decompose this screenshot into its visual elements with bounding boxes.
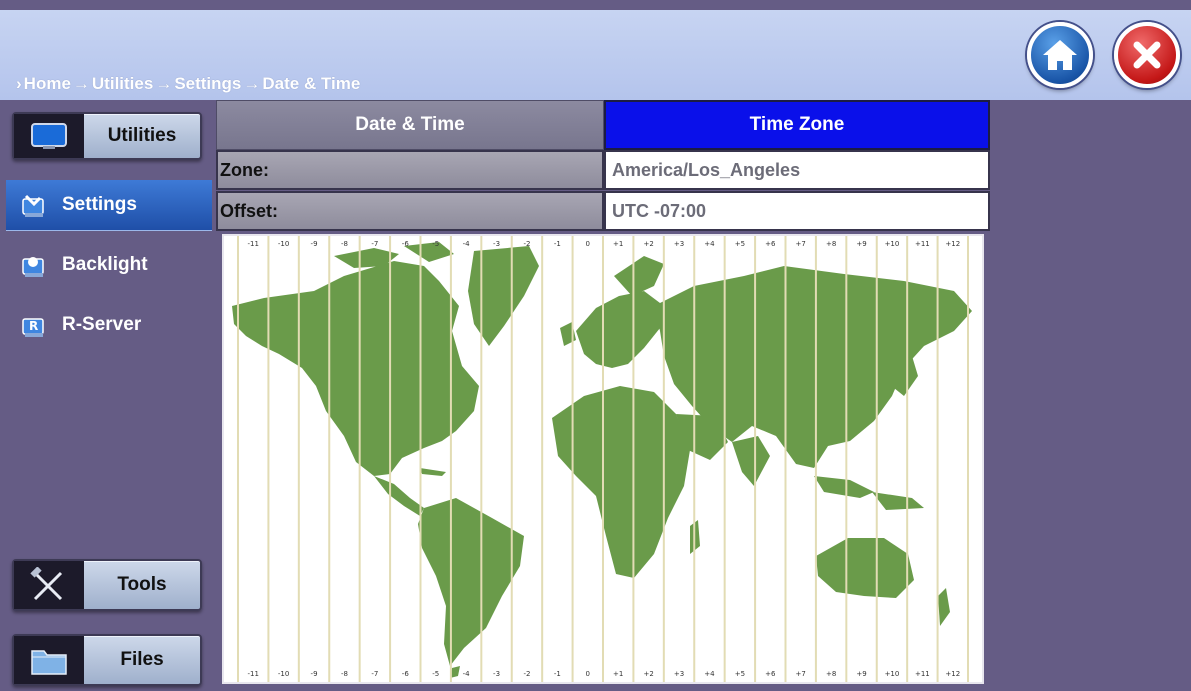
offset-label: -4	[463, 240, 471, 248]
folder-icon	[14, 636, 84, 684]
offset-label: -1	[554, 240, 561, 248]
offset-label: -1	[554, 670, 561, 678]
offset-label: +11	[915, 240, 930, 248]
offset-label: +4	[704, 240, 715, 248]
offset-label: +4	[704, 670, 715, 678]
offset-label: -3	[493, 670, 500, 678]
offset-label: +9	[856, 670, 866, 678]
sidebar-item-settings[interactable]: Settings	[6, 180, 212, 230]
offset-label: -7	[371, 670, 378, 678]
offset-label: -5	[432, 240, 439, 248]
tools-button[interactable]: Tools	[12, 559, 202, 611]
offset-label: +8	[826, 670, 836, 678]
breadcrumb-date-time: Date & Time	[262, 74, 361, 93]
utilities-label: Utilities	[107, 125, 177, 146]
offset-label: +5	[735, 240, 745, 248]
zone-field[interactable]: America/Los_Angeles	[604, 150, 990, 190]
offset-label: 0	[586, 240, 590, 248]
backlight-icon	[22, 257, 44, 277]
offset-label: +3	[674, 670, 684, 678]
r-server-icon: R	[22, 318, 44, 337]
offset-label: -4	[463, 670, 471, 678]
offset-label: 0	[586, 670, 590, 678]
files-label: Files	[120, 649, 164, 670]
settings-icon	[22, 194, 44, 217]
offset-label: Offset:	[216, 191, 604, 231]
monitor-icon	[14, 114, 84, 158]
offset-label: -8	[341, 240, 348, 248]
breadcrumb-home[interactable]: Home	[24, 74, 71, 94]
zone-label: Zone:	[216, 150, 604, 190]
offset-label: +12	[945, 670, 960, 678]
offset-label: +7	[796, 670, 806, 678]
offset-label: -8	[341, 670, 348, 678]
files-button[interactable]: Files	[12, 634, 202, 686]
offset-field: UTC -07:00	[604, 191, 990, 231]
tools-label: Tools	[117, 574, 167, 595]
offset-label: -2	[523, 240, 530, 248]
breadcrumb-settings[interactable]: Settings	[174, 74, 241, 94]
offset-label: -9	[311, 240, 318, 248]
sidebar-item-label: Backlight	[62, 254, 148, 275]
breadcrumb-arrow-icon: →	[72, 74, 90, 93]
offset-label: +1	[613, 240, 623, 248]
tools-icon	[14, 561, 84, 609]
breadcrumb-arrow-icon: →	[243, 74, 261, 93]
offset-label: -10	[278, 240, 289, 248]
offset-label: -6	[402, 240, 410, 248]
offset-label: -11	[247, 240, 258, 248]
offset-label: -10	[278, 670, 289, 678]
offset-label: -3	[493, 240, 500, 248]
time-zone-map[interactable]: -11 -10 -9 -8 -7 -6 -5 -4 -3 -2 -1 0 +1 +2 +3 +4 +5 +6 +7 +…	[222, 234, 984, 684]
breadcrumb-chevron-icon: ›	[16, 74, 22, 93]
home-button[interactable]	[1027, 22, 1093, 88]
offset-label: +9	[856, 240, 866, 248]
offset-label: -9	[311, 670, 318, 678]
offset-label: +6	[765, 670, 776, 678]
breadcrumb: › Home → Utilities → Settings → Date & T…	[14, 74, 360, 94]
home-icon	[1043, 40, 1077, 70]
close-button[interactable]	[1114, 22, 1180, 88]
offset-label: +8	[826, 240, 836, 248]
tab-date-time[interactable]: Date & Time	[216, 100, 604, 150]
sidebar-item-label: R-Server	[62, 314, 142, 335]
offset-label: +1	[613, 670, 623, 678]
sidebar: Utilities Settings Backlight R R-Server	[0, 100, 214, 691]
offset-label: +6	[765, 240, 776, 248]
offset-label: -7	[371, 240, 378, 248]
offset-label: +2	[643, 240, 653, 248]
breadcrumb-arrow-icon: →	[155, 74, 173, 93]
tab-time-zone[interactable]: Time Zone	[604, 100, 990, 150]
offset-label: +12	[945, 240, 960, 248]
sidebar-item-r-server[interactable]: R R-Server	[6, 300, 212, 350]
offset-label: +5	[735, 670, 745, 678]
offset-label: +10	[885, 670, 900, 678]
world-map[interactable]: -11 -10 -9 -8 -7 -6 -5 -4 -3 -2 -1 0 +1 +2 +3 +4 +5 +6 +7 +…	[224, 236, 982, 682]
offset-label: +10	[885, 240, 900, 248]
offset-label: -5	[432, 670, 439, 678]
utilities-button[interactable]: Utilities	[12, 112, 202, 160]
offset-label: +3	[674, 240, 684, 248]
svg-text:R: R	[29, 319, 38, 333]
breadcrumb-utilities[interactable]: Utilities	[92, 74, 153, 94]
sidebar-item-label: Settings	[62, 194, 137, 215]
offset-label: +11	[915, 670, 930, 678]
offset-label: +2	[643, 670, 653, 678]
offset-label: -11	[247, 670, 258, 678]
offset-label: -2	[523, 670, 530, 678]
offset-label: +7	[796, 240, 806, 248]
offset-label: -6	[402, 670, 410, 678]
header-bar: › Home → Utilities → Settings → Date & T…	[0, 10, 1191, 100]
close-icon	[1133, 41, 1161, 69]
sidebar-item-backlight[interactable]: Backlight	[6, 240, 212, 290]
